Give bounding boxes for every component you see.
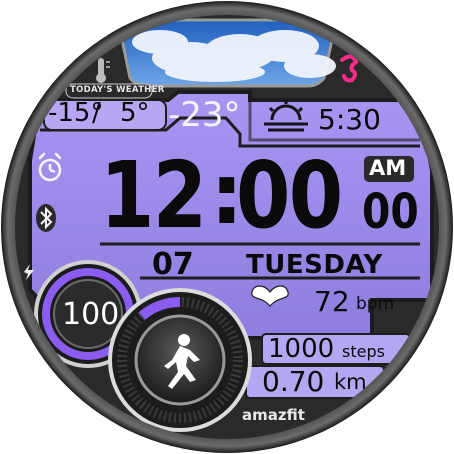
distance-unit: km <box>334 370 367 394</box>
time-minutes: 00 <box>236 142 343 249</box>
hi-lo-slash: / <box>92 98 101 128</box>
heart-rate-unit: bpm <box>356 294 395 314</box>
weather-low: 5° <box>120 98 150 128</box>
steps-value: 1000 <box>268 334 335 364</box>
weather-current: -23° <box>168 95 241 135</box>
heart-rate-value: 72 <box>314 285 350 318</box>
weather-label: TODAY'S WEATHER <box>70 85 165 95</box>
ampm-label: AM <box>369 156 407 180</box>
time-hours: 12 <box>100 142 207 249</box>
sunset-time: 5:30 <box>318 103 381 136</box>
bluetooth-icon <box>36 204 56 232</box>
battery-value: 100 <box>62 297 120 332</box>
time-seconds: 00 <box>362 184 419 240</box>
date-day: 07 <box>152 247 194 282</box>
date-weekday: TUESDAY <box>246 250 383 280</box>
brand-logo: amazfit <box>242 406 305 424</box>
distance-value: 0.70 <box>262 365 325 398</box>
steps-unit: steps <box>342 342 385 361</box>
